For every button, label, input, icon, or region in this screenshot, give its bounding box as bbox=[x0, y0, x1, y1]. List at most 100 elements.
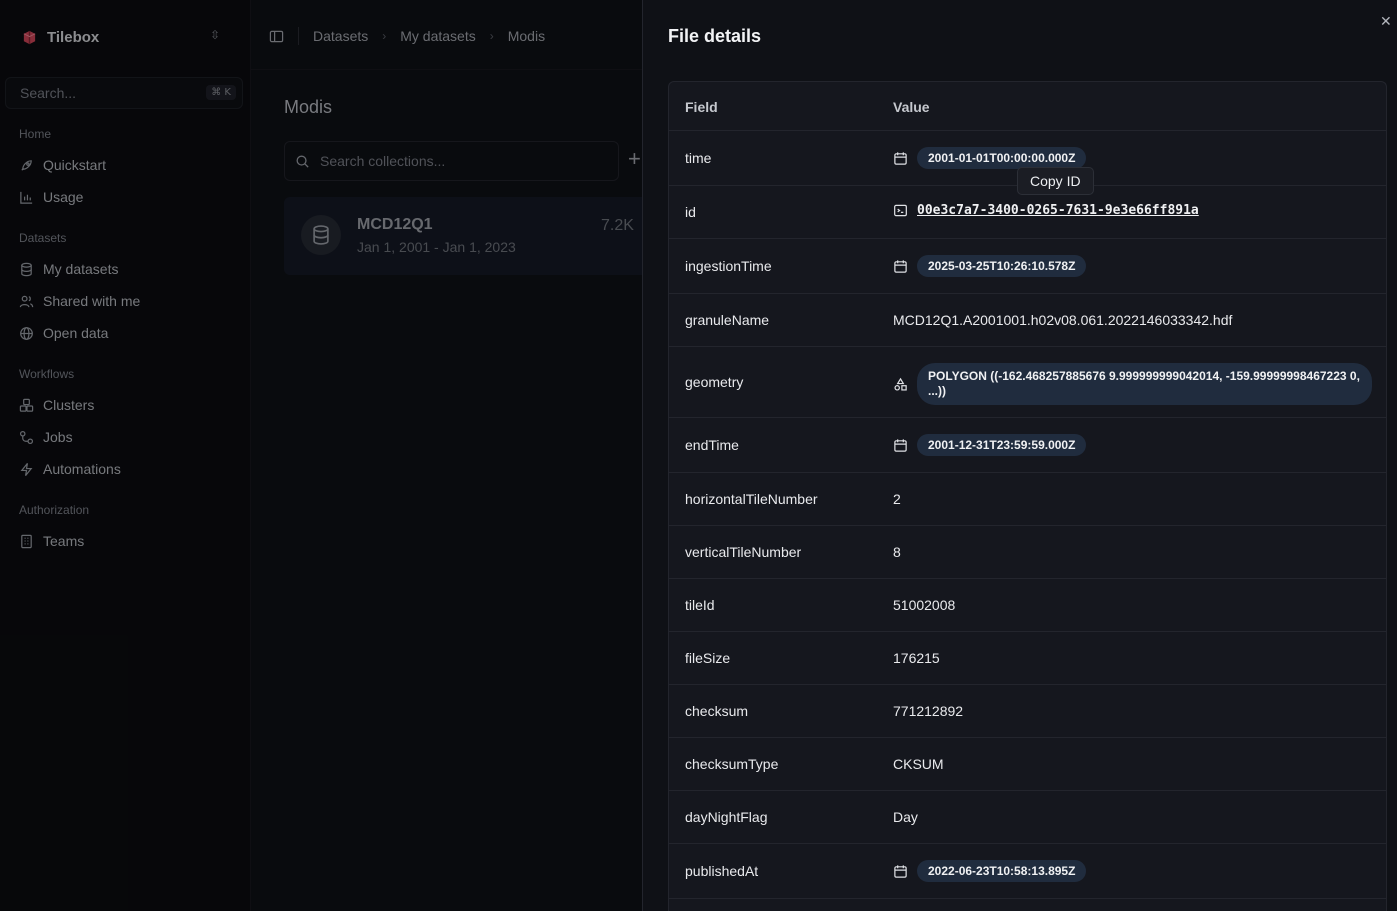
row-field: publishedAt bbox=[685, 863, 759, 879]
close-icon[interactable]: ✕ bbox=[1380, 13, 1392, 30]
table-row: publishedAt 2022-06-23T10:58:13.895Z bbox=[669, 844, 1386, 899]
nav-group-authorization: Authorization bbox=[19, 503, 90, 517]
row-field: verticalTileNumber bbox=[685, 544, 802, 560]
row-field: checksumType bbox=[685, 756, 779, 772]
id-card-icon bbox=[894, 204, 907, 217]
sidebar-item-open-data[interactable]: Open data bbox=[19, 322, 108, 344]
sidebar-item-automations[interactable]: Automations bbox=[19, 458, 121, 480]
calendar-icon bbox=[894, 151, 907, 165]
file-details-panel: File details ✕ Field Value time 2001-01-… bbox=[642, 0, 1397, 911]
globe-icon bbox=[20, 326, 33, 340]
chevron-right-icon: › bbox=[382, 29, 387, 43]
nav-group-home: Home bbox=[19, 127, 52, 141]
workspace-switcher[interactable]: Tilebox bbox=[22, 27, 99, 47]
breadcrumb-divider bbox=[298, 27, 299, 45]
table-header: Field Value bbox=[669, 82, 1386, 131]
nav-group-datasets: Datasets bbox=[19, 231, 67, 245]
row-field: granuleName bbox=[685, 312, 770, 328]
row-field: tileId bbox=[685, 597, 715, 613]
timestamp-pill[interactable]: 2025-03-25T10:26:10.578Z bbox=[917, 255, 1087, 277]
sidebar-item-usage[interactable]: Usage bbox=[19, 186, 83, 208]
row-value: 2001-12-31T23:59:59.000Z bbox=[893, 434, 1087, 456]
table-row: endTime 2001-12-31T23:59:59.000Z bbox=[669, 418, 1386, 473]
sidebar-item-clusters[interactable]: Clusters bbox=[19, 394, 94, 416]
row-value: 176215 bbox=[893, 650, 940, 666]
sidebar: Tilebox ⇳ Search... ⌘ K Home Quickstart … bbox=[0, 0, 250, 911]
rocket-icon bbox=[21, 159, 32, 171]
table-row: checksumType CKSUM bbox=[669, 738, 1386, 791]
geometry-pill[interactable]: POLYGON ((-162.468257885676 9.9999999990… bbox=[917, 363, 1372, 405]
building-icon bbox=[21, 534, 32, 548]
collection-name: MCD12Q1 bbox=[357, 216, 433, 233]
sidebar-item-label: My datasets bbox=[43, 261, 119, 277]
table-row: tileId 51002008 bbox=[669, 579, 1386, 632]
top-bar: Datasets › My datasets › Modis bbox=[251, 0, 651, 70]
add-collection-button[interactable]: + bbox=[628, 148, 641, 170]
row-field: horizontalTileNumber bbox=[685, 491, 818, 507]
lightning-icon bbox=[20, 462, 33, 476]
row-value: 771212892 bbox=[893, 703, 964, 719]
copy-id-link[interactable]: 00e3c7a7-3400-0265-7631-9e3e66ff891a bbox=[917, 203, 1199, 218]
row-value: 2022-06-23T10:58:13.895Z bbox=[893, 860, 1087, 882]
search-icon bbox=[296, 155, 309, 168]
row-field: id bbox=[685, 204, 696, 220]
search-placeholder: Search... bbox=[20, 85, 77, 101]
workflow-icon bbox=[19, 430, 34, 444]
collection-search-input[interactable]: Search collections... bbox=[284, 141, 619, 181]
sidebar-item-label: Teams bbox=[43, 533, 85, 549]
row-value: Day bbox=[893, 809, 918, 825]
table-row: granuleName MCD12Q1.A2001001.h02v08.061.… bbox=[669, 294, 1386, 347]
table-row: fileSize 176215 bbox=[669, 632, 1386, 685]
row-field: ingestionTime bbox=[685, 258, 772, 274]
row-field: dayNightFlag bbox=[685, 809, 768, 825]
chevron-right-icon: › bbox=[489, 29, 494, 43]
table-row: checksum 771212892 bbox=[669, 685, 1386, 738]
sidebar-item-quickstart[interactable]: Quickstart bbox=[19, 154, 106, 176]
chevron-updown-icon[interactable]: ⇳ bbox=[210, 28, 220, 42]
timestamp-pill[interactable]: 2022-06-23T10:58:13.895Z bbox=[917, 860, 1087, 882]
database-icon bbox=[301, 215, 341, 255]
row-field: time bbox=[685, 150, 712, 166]
header-value: Value bbox=[893, 99, 930, 115]
collection-count: 7.2K bbox=[601, 217, 634, 234]
sidebar-item-teams[interactable]: Teams bbox=[19, 530, 84, 552]
table-row: horizontalTileNumber 2 bbox=[669, 473, 1386, 526]
main-content: Datasets › My datasets › Modis Modis Sea… bbox=[250, 0, 664, 911]
sidebar-item-label: Usage bbox=[43, 189, 84, 205]
page-title: Modis bbox=[284, 97, 333, 117]
sidebar-item-shared-with-me[interactable]: Shared with me bbox=[19, 290, 140, 312]
shapes-icon bbox=[894, 377, 907, 391]
breadcrumb-modis[interactable]: Modis bbox=[508, 28, 545, 44]
sidebar-search-input[interactable]: Search... ⌘ K bbox=[5, 77, 243, 109]
search-placeholder: Search collections... bbox=[320, 153, 446, 169]
breadcrumb-my-datasets[interactable]: My datasets bbox=[400, 28, 475, 44]
row-value: 2 bbox=[893, 491, 901, 507]
row-value: 2001-01-01T00:00:00.000Z bbox=[893, 147, 1087, 169]
row-value: 2025-03-25T10:26:10.578Z bbox=[893, 255, 1087, 277]
row-value: POLYGON ((-162.468257885676 9.9999999990… bbox=[893, 363, 1372, 405]
bar-chart-icon bbox=[20, 191, 33, 204]
timestamp-pill[interactable]: 2001-12-31T23:59:59.000Z bbox=[917, 434, 1087, 456]
row-value: 00e3c7a7-3400-0265-7631-9e3e66ff891a bbox=[893, 203, 1199, 218]
collection-card[interactable]: MCD12Q1 Jan 1, 2001 - Jan 1, 2023 7.2K bbox=[284, 197, 664, 275]
row-field: fileSize bbox=[685, 650, 731, 666]
sidebar-item-my-datasets[interactable]: My datasets bbox=[19, 258, 118, 280]
sidebar-toggle-icon[interactable] bbox=[269, 29, 284, 44]
table-row: dayNightFlag Day bbox=[669, 791, 1386, 844]
sidebar-item-label: Open data bbox=[43, 325, 109, 341]
sidebar-item-label: Jobs bbox=[43, 429, 73, 445]
database-icon bbox=[21, 262, 32, 276]
copy-id-tooltip: Copy ID bbox=[1017, 167, 1094, 195]
app-name: Tilebox bbox=[47, 28, 100, 46]
table-row: geometry POLYGON ((-162.468257885676 9.9… bbox=[669, 347, 1386, 418]
users-icon bbox=[19, 295, 34, 307]
calendar-icon bbox=[894, 438, 907, 452]
breadcrumb: Datasets › My datasets › Modis bbox=[269, 27, 545, 45]
tilebox-logo-icon bbox=[23, 30, 36, 44]
timestamp-pill[interactable]: 2001-01-01T00:00:00.000Z bbox=[917, 147, 1087, 169]
sidebar-item-label: Automations bbox=[43, 461, 121, 477]
sidebar-item-label: Shared with me bbox=[43, 293, 141, 309]
table-row: ingestionTime 2025-03-25T10:26:10.578Z bbox=[669, 239, 1386, 294]
breadcrumb-datasets[interactable]: Datasets bbox=[313, 28, 368, 44]
sidebar-item-jobs[interactable]: Jobs bbox=[19, 426, 73, 448]
